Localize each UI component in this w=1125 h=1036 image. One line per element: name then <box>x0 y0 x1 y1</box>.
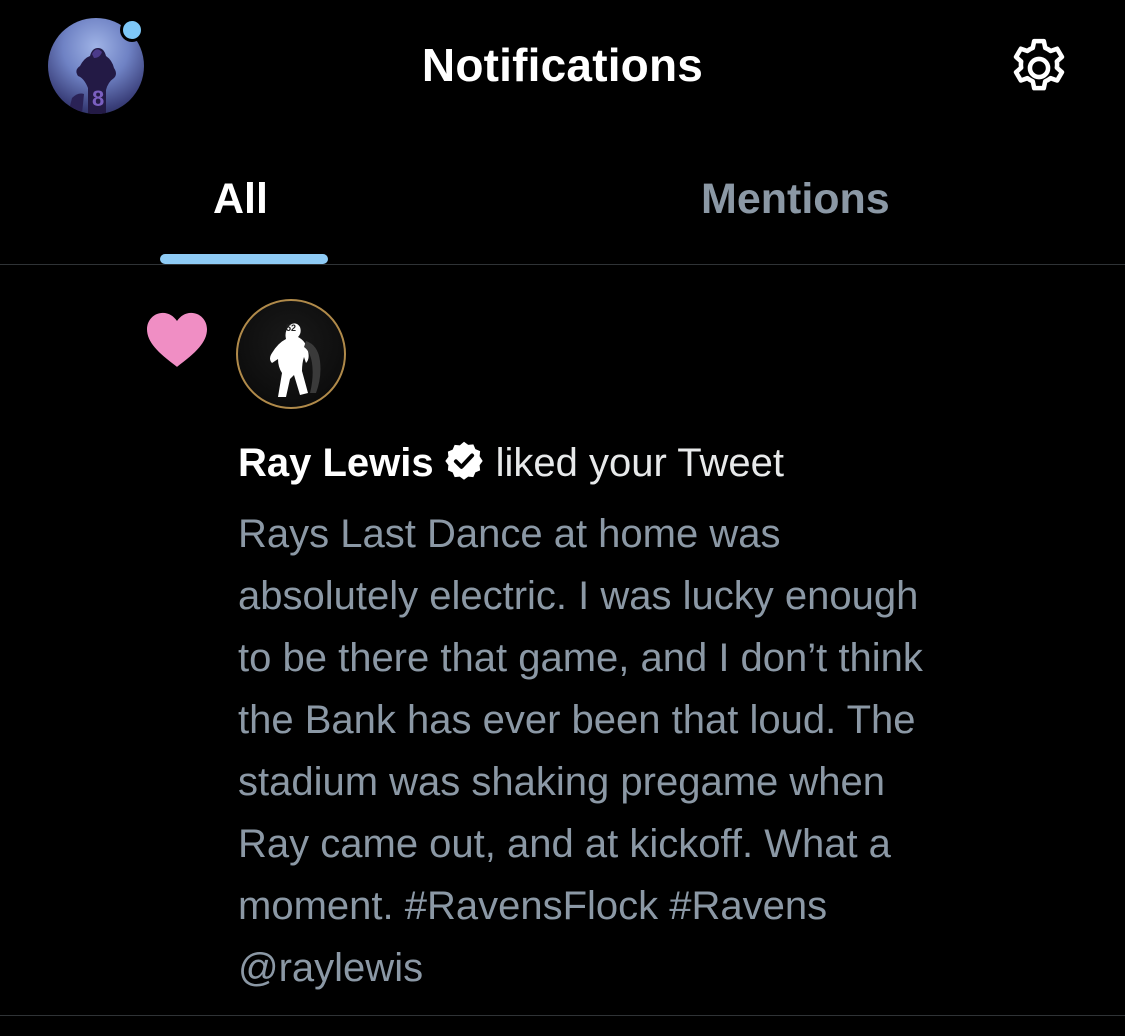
verified-badge-icon <box>442 439 486 483</box>
notification-headline: Ray Lewis liked your Tweet <box>238 437 784 489</box>
notification-action: liked your Tweet <box>495 441 784 485</box>
page-title: Notifications <box>421 39 704 91</box>
tweet-line: stadium was shaking pregame when <box>238 760 886 804</box>
tweet-line: moment. #RavensFlock #Ravens <box>238 884 828 928</box>
tweet-line: @raylewis <box>238 946 424 990</box>
tweet-line: absolutely electric. I was lucky enough <box>238 574 919 618</box>
settings-button[interactable] <box>1005 34 1073 102</box>
tweet-line: the Bank has ever been that loud. The <box>238 698 916 742</box>
tweet-line: Rays Last Dance at home was <box>238 512 781 556</box>
notification-tabs: All Mentions <box>0 135 1125 265</box>
tab-mentions[interactable]: Mentions <box>562 135 1124 264</box>
tab-all-label: All <box>213 175 268 223</box>
svg-text:52: 52 <box>286 323 296 333</box>
user-name[interactable]: Ray Lewis <box>238 441 434 485</box>
tweet-text: Rays Last Dance at home was absolutely e… <box>238 503 1098 999</box>
player-silhouette-icon: 52 <box>270 323 321 397</box>
tab-mentions-label: Mentions <box>701 175 890 223</box>
ray-lewis-avatar[interactable]: 52 <box>236 299 346 409</box>
tweet-line: to be there that game, and I don’t think <box>238 636 923 680</box>
top-bar: 8 Notifications <box>0 0 1125 135</box>
heart-icon <box>144 309 210 369</box>
tab-all[interactable]: All <box>0 135 562 264</box>
gear-icon <box>1013 38 1065 91</box>
tweet-line: Ray came out, and at kickoff. What a <box>238 822 891 866</box>
notification-item[interactable]: 52 Ray Lewis liked your Tweet Rays Last D… <box>0 265 1125 1016</box>
active-tab-indicator <box>160 254 328 264</box>
